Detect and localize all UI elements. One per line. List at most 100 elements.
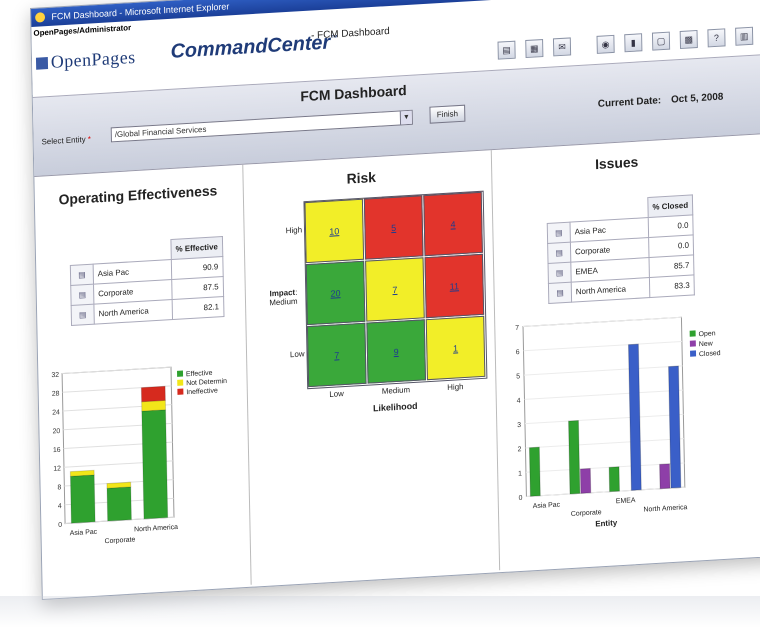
legend-swatch — [177, 388, 184, 395]
risk-panel: Risk High Impact: Medium Low 10 5 4 20 7 11 7 9… — [243, 150, 501, 585]
bar-open — [608, 466, 620, 493]
screenshot-stage: FCM Dashboard - Microsoft Internet Explo… — [0, 0, 760, 628]
x-axis-title: Entity — [595, 518, 618, 528]
select-entity-label: Select Entity * — [41, 134, 92, 147]
grid-icon[interactable]: ▩ — [679, 29, 698, 50]
report-icon[interactable]: ▤ — [548, 262, 572, 284]
bar-segment-ineffective — [140, 385, 166, 403]
risk-cell[interactable]: 9 — [366, 319, 426, 384]
oe-stacked-bar-chart: 0 4 8 12 16 20 24 28 32 Asia Pac Corporate North Am… — [51, 366, 227, 545]
issues-panel: Issues % Closed ▤ Asia Pac 0.0 ▤ Corporate 0… — [492, 133, 760, 570]
risk-x-label: Low — [329, 389, 344, 399]
y-tick-label: 12 — [53, 465, 61, 472]
report-icon[interactable]: ▤ — [547, 242, 571, 264]
y-tick-label: 20 — [52, 428, 60, 435]
risk-x-label: Medium — [381, 385, 411, 396]
bar-segment-not-determin — [69, 469, 95, 477]
x-tick-label: Asia Pac — [70, 529, 98, 538]
y-tick-label: 0 — [519, 495, 523, 502]
chevron-down-icon[interactable]: ▼ — [399, 110, 412, 125]
risk-cell[interactable]: 7 — [306, 322, 367, 388]
x-tick-label: EMEA — [616, 497, 636, 505]
bar-new — [659, 463, 671, 490]
logo-square-icon — [35, 57, 49, 70]
y-tick-label: 1 — [518, 470, 522, 477]
y-tick-label: 8 — [57, 484, 61, 491]
openpages-logo: OpenPages — [35, 47, 136, 74]
issues-title: Issues — [594, 153, 639, 173]
dashboard-panels: Operating Effectiveness % Effective ▤ Asi… — [34, 119, 760, 597]
bar-open — [528, 446, 541, 497]
current-date: Current Date: Oct 5, 2008 — [597, 91, 724, 110]
finish-button[interactable]: Finish — [429, 104, 466, 124]
risk-x-label: High — [447, 382, 464, 393]
risk-cell[interactable]: 11 — [424, 253, 485, 319]
report-icon[interactable]: ▤ — [70, 264, 94, 286]
bar-segment-effective — [141, 409, 169, 520]
save-icon[interactable]: ▤ — [497, 40, 516, 60]
x-tick-label: North America — [134, 524, 178, 534]
window-title: FCM Dashboard - Microsoft Internet Explo… — [51, 1, 230, 22]
risk-cell[interactable]: 1 — [425, 315, 486, 381]
risk-y-label: High — [285, 225, 303, 236]
risk-cell[interactable]: 20 — [305, 260, 366, 326]
risk-title: Risk — [346, 168, 377, 187]
bar-new — [579, 467, 592, 494]
legend-label: Closed — [699, 350, 721, 358]
email-icon[interactable]: ✉ — [552, 37, 572, 57]
ie-icon — [35, 12, 46, 23]
breadcrumb: - FCM Dashboard — [310, 25, 390, 42]
print-icon[interactable]: ▦ — [525, 39, 544, 59]
bar-segment-not-determin — [106, 481, 132, 489]
x-tick-label: Corporate — [571, 509, 602, 518]
risk-cell[interactable]: 5 — [363, 195, 424, 260]
issues-bar-chart: 0 1 2 3 4 5 6 7 Asia Pac Corporate EMEA North Ameri… — [515, 316, 721, 529]
risk-x-title: Likelihood — [372, 400, 418, 414]
settings-icon[interactable]: ▥ — [735, 26, 754, 46]
page-title: FCM Dashboard — [300, 82, 407, 105]
refresh-icon[interactable]: ◉ — [596, 34, 615, 54]
y-tick-label: 4 — [517, 398, 521, 405]
bar-segment-effective — [106, 486, 132, 522]
legend-label: Open — [699, 330, 716, 338]
oe-table: % Effective ▤ Asia Pac 90.9 ▤ Corporate 87.5… — [69, 236, 224, 326]
legend-swatch — [690, 350, 697, 357]
risk-heatmap: 10 5 4 20 7 11 7 9 1 — [303, 190, 488, 390]
report-icon[interactable]: ▤ — [71, 304, 95, 326]
bar-segment-effective — [69, 474, 96, 524]
y-tick-label: 32 — [51, 372, 59, 379]
legend-label: New — [699, 340, 714, 348]
risk-cell[interactable]: 10 — [304, 198, 365, 264]
bar-open — [568, 420, 581, 495]
risk-cell[interactable]: 4 — [423, 191, 483, 257]
operating-effectiveness-panel: Operating Effectiveness % Effective ▤ Asi… — [34, 164, 252, 597]
y-tick-label: 16 — [53, 447, 61, 454]
y-tick-label: 2 — [518, 446, 522, 453]
x-tick-label: Asia Pac — [533, 502, 561, 511]
y-tick-label: 4 — [58, 503, 62, 510]
reflection — [0, 596, 760, 628]
view-icon[interactable]: ▢ — [651, 31, 671, 51]
legend-swatch — [177, 379, 184, 386]
browser-window: FCM Dashboard - Microsoft Internet Explo… — [30, 0, 760, 601]
y-tick-label: 3 — [517, 422, 521, 429]
y-tick-label: 5 — [516, 373, 520, 380]
bookmark-icon[interactable]: ▮ — [624, 33, 643, 53]
issues-table: % Closed ▤ Asia Pac 0.0 ▤ Corporate 0.0 ▤ EME… — [546, 194, 695, 304]
y-tick-label: 0 — [58, 522, 62, 529]
legend-label: Ineffective — [186, 387, 218, 396]
y-tick-label: 28 — [52, 390, 60, 397]
entity-select[interactable]: /Global Financial Services ▼ — [110, 109, 413, 143]
risk-y-label: Low — [289, 349, 305, 360]
report-icon[interactable]: ▤ — [547, 222, 571, 244]
legend-label: Not Determin — [186, 378, 227, 387]
help-icon[interactable]: ? — [707, 28, 726, 48]
legend-label: Effective — [186, 370, 213, 379]
legend-swatch — [177, 370, 184, 377]
y-tick-label: 7 — [515, 325, 519, 332]
report-icon[interactable]: ▤ — [548, 282, 572, 304]
risk-cell[interactable]: 7 — [365, 257, 425, 322]
x-tick-label: Corporate — [104, 536, 135, 545]
report-icon[interactable]: ▤ — [70, 284, 94, 306]
y-tick-label: 24 — [52, 409, 60, 416]
